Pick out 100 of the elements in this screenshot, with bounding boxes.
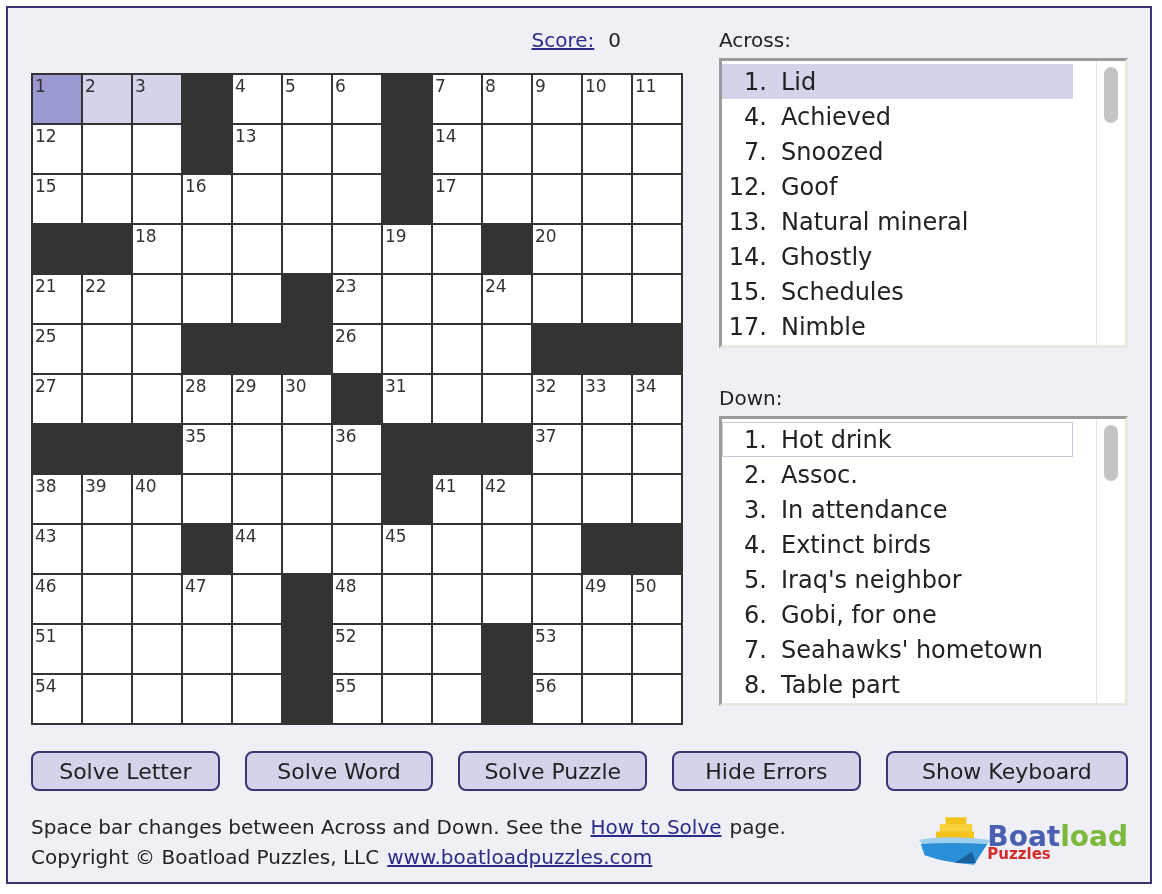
grid-square[interactable] bbox=[433, 275, 481, 323]
clue-item[interactable]: 4. Achieved bbox=[722, 99, 1073, 134]
grid-square[interactable]: 52 bbox=[333, 625, 381, 673]
grid-square[interactable]: 55 bbox=[333, 675, 381, 723]
grid-square[interactable]: 53 bbox=[533, 625, 581, 673]
grid-square[interactable]: 4 bbox=[233, 75, 281, 123]
action-button[interactable]: Solve Letter bbox=[31, 751, 220, 791]
grid-square[interactable]: 11 bbox=[633, 75, 681, 123]
grid-square[interactable] bbox=[583, 675, 631, 723]
grid-square[interactable]: 29 bbox=[233, 375, 281, 423]
grid-square[interactable]: 45 bbox=[383, 525, 431, 573]
grid-square[interactable] bbox=[183, 225, 231, 273]
grid-square[interactable] bbox=[183, 475, 231, 523]
grid-square[interactable] bbox=[583, 175, 631, 223]
grid-square[interactable]: 42 bbox=[483, 475, 531, 523]
grid-square[interactable] bbox=[633, 175, 681, 223]
grid-square[interactable]: 34 bbox=[633, 375, 681, 423]
grid-square[interactable]: 17 bbox=[433, 175, 481, 223]
grid-square[interactable] bbox=[333, 125, 381, 173]
grid-square[interactable] bbox=[633, 225, 681, 273]
website-link[interactable]: www.boatloadpuzzles.com bbox=[387, 845, 653, 869]
grid-square[interactable] bbox=[633, 625, 681, 673]
grid-square[interactable] bbox=[183, 675, 231, 723]
clue-item[interactable]: 5. Iraq's neighbor bbox=[722, 562, 1073, 597]
clue-item[interactable]: 14. Ghostly bbox=[722, 239, 1073, 274]
grid-square[interactable]: 33 bbox=[583, 375, 631, 423]
grid-square[interactable]: 31 bbox=[383, 375, 431, 423]
grid-square[interactable]: 46 bbox=[33, 575, 81, 623]
grid-square[interactable]: 56 bbox=[533, 675, 581, 723]
clue-item[interactable]: 6. Gobi, for one bbox=[722, 597, 1073, 632]
grid-square[interactable]: 3 bbox=[133, 75, 181, 123]
grid-square[interactable]: 10 bbox=[583, 75, 631, 123]
grid-square[interactable]: 7 bbox=[433, 75, 481, 123]
grid-square[interactable] bbox=[133, 275, 181, 323]
grid-square[interactable]: 47 bbox=[183, 575, 231, 623]
grid-square[interactable] bbox=[533, 525, 581, 573]
grid-square[interactable] bbox=[483, 175, 531, 223]
grid-square[interactable] bbox=[83, 325, 131, 373]
grid-square[interactable]: 49 bbox=[583, 575, 631, 623]
grid-square[interactable] bbox=[83, 525, 131, 573]
grid-square[interactable] bbox=[133, 375, 181, 423]
clue-item[interactable]: 2. Assoc. bbox=[722, 457, 1073, 492]
grid-square[interactable]: 20 bbox=[533, 225, 581, 273]
action-button[interactable]: Show Keyboard bbox=[885, 751, 1128, 791]
clue-item[interactable]: 13. Natural mineral bbox=[722, 204, 1073, 239]
grid-square[interactable] bbox=[533, 275, 581, 323]
grid-square[interactable] bbox=[333, 175, 381, 223]
grid-square[interactable] bbox=[383, 625, 431, 673]
grid-square[interactable] bbox=[133, 325, 181, 373]
grid-square[interactable] bbox=[483, 575, 531, 623]
grid-square[interactable]: 54 bbox=[33, 675, 81, 723]
grid-square[interactable] bbox=[233, 675, 281, 723]
grid-square[interactable] bbox=[533, 125, 581, 173]
grid-square[interactable] bbox=[483, 125, 531, 173]
grid-square[interactable]: 15 bbox=[33, 175, 81, 223]
grid-square[interactable] bbox=[283, 175, 331, 223]
grid-square[interactable] bbox=[83, 575, 131, 623]
grid-square[interactable] bbox=[383, 675, 431, 723]
grid-square[interactable] bbox=[483, 325, 531, 373]
grid-square[interactable] bbox=[483, 525, 531, 573]
action-button[interactable]: Solve Word bbox=[244, 751, 434, 791]
grid-square[interactable]: 5 bbox=[283, 75, 331, 123]
grid-square[interactable] bbox=[183, 625, 231, 673]
grid-square[interactable] bbox=[283, 475, 331, 523]
grid-square[interactable]: 39 bbox=[83, 475, 131, 523]
grid-square[interactable]: 48 bbox=[333, 575, 381, 623]
grid-square[interactable] bbox=[233, 425, 281, 473]
grid-square[interactable] bbox=[233, 275, 281, 323]
grid-square[interactable] bbox=[633, 475, 681, 523]
grid-square[interactable]: 51 bbox=[33, 625, 81, 673]
grid-square[interactable]: 16 bbox=[183, 175, 231, 223]
grid-square[interactable]: 14 bbox=[433, 125, 481, 173]
grid-square[interactable] bbox=[333, 225, 381, 273]
grid-square[interactable]: 23 bbox=[333, 275, 381, 323]
grid-square[interactable]: 26 bbox=[333, 325, 381, 373]
grid-square[interactable] bbox=[583, 225, 631, 273]
grid-square[interactable]: 22 bbox=[83, 275, 131, 323]
grid-square[interactable]: 24 bbox=[483, 275, 531, 323]
grid-square[interactable] bbox=[333, 475, 381, 523]
grid-square[interactable]: 50 bbox=[633, 575, 681, 623]
grid-square[interactable] bbox=[633, 675, 681, 723]
action-button[interactable]: Hide Errors bbox=[672, 751, 861, 791]
clue-item[interactable]: 1. Lid bbox=[722, 64, 1073, 99]
grid-square[interactable]: 18 bbox=[133, 225, 181, 273]
grid-square[interactable] bbox=[133, 675, 181, 723]
clue-item[interactable]: 4. Extinct birds bbox=[722, 527, 1073, 562]
grid-square[interactable]: 37 bbox=[533, 425, 581, 473]
grid-square[interactable]: 27 bbox=[33, 375, 81, 423]
grid-square[interactable] bbox=[433, 325, 481, 373]
grid-square[interactable] bbox=[583, 125, 631, 173]
grid-square[interactable]: 43 bbox=[33, 525, 81, 573]
grid-square[interactable]: 32 bbox=[533, 375, 581, 423]
grid-square[interactable] bbox=[283, 125, 331, 173]
clue-item[interactable]: 7. Seahawks' hometown bbox=[722, 632, 1073, 667]
grid-square[interactable] bbox=[283, 225, 331, 273]
clue-item[interactable]: 17. Nimble bbox=[722, 309, 1073, 344]
grid-square[interactable] bbox=[83, 675, 131, 723]
grid-square[interactable] bbox=[233, 625, 281, 673]
grid-square[interactable]: 9 bbox=[533, 75, 581, 123]
grid-square[interactable]: 13 bbox=[233, 125, 281, 173]
